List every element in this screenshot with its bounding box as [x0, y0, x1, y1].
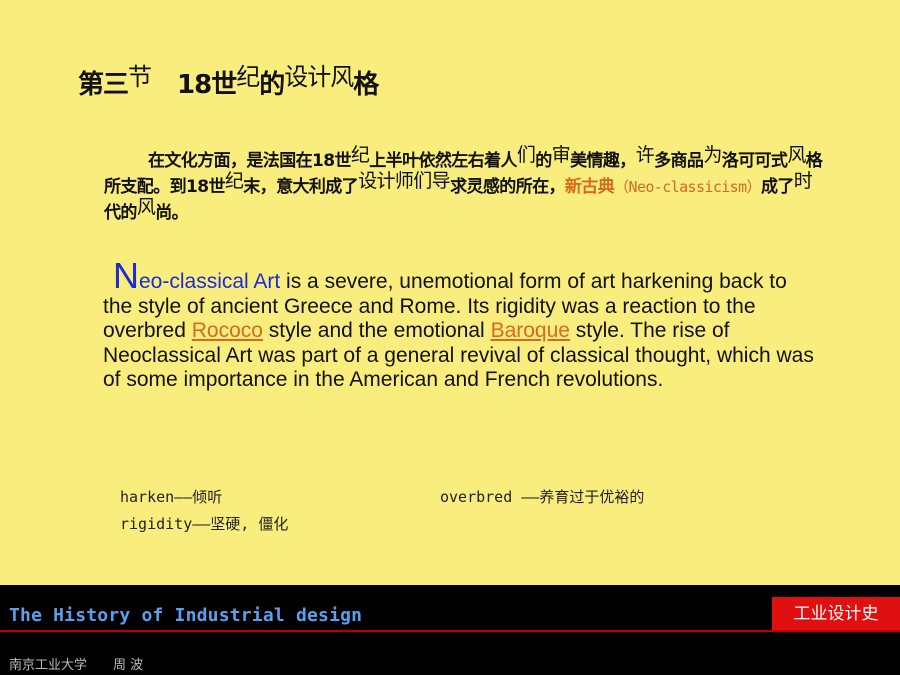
english-paragraph: Neo-classical Art is a severe, unemotion…	[103, 258, 815, 393]
gloss-rigidity: rigidity——坚硬, 僵化	[120, 515, 289, 533]
course-title: The History of Industrial design	[9, 605, 363, 626]
cn-text: 美情趣，	[570, 151, 636, 171]
title-part: 节	[128, 63, 152, 91]
cn-text: 许	[635, 144, 655, 166]
course-badge: 工业设计史	[772, 597, 900, 631]
title-part: 18世	[177, 70, 237, 100]
title-part: 纪	[236, 63, 260, 91]
cn-text: 末，意大利成了	[243, 177, 359, 197]
footer: The History of Industrial design 工业设计史 南…	[0, 585, 900, 675]
neoclassicism-term-en: （Neo-classicism）	[614, 178, 761, 196]
title-part: 第三	[78, 70, 129, 100]
rococo-link[interactable]: Rococo	[192, 319, 263, 342]
cn-text: 纪	[224, 170, 244, 192]
title-part: 设计风	[284, 63, 354, 91]
drop-initial: N	[113, 255, 139, 296]
cn-text: 风	[787, 144, 806, 166]
cn-text: 为	[703, 144, 722, 166]
en-text: style and the emotional	[262, 319, 491, 342]
cn-text: 成了	[760, 177, 794, 197]
gloss-overbred: overbred ——养育过于优裕的	[440, 488, 645, 506]
cn-text: 的	[535, 151, 552, 171]
cn-text: 风	[136, 196, 156, 218]
cn-text: 审	[551, 144, 571, 166]
cn-text: 上半叶依然左右着人	[369, 151, 517, 171]
chinese-paragraph: 在文化方面，是法国在18世纪上半叶依然左右着人们的审美情趣，许多商品为洛可可式风…	[104, 144, 824, 226]
cn-text: 代的	[104, 203, 137, 223]
cn-text: 在文化方面，是法国在18世	[148, 151, 351, 171]
neoclassical-art-term: eo-classical Art	[139, 270, 281, 293]
neoclassicism-term: 新古典	[564, 177, 615, 197]
slide: 第三节 18世纪的设计风格 在文化方面，是法国在18世纪上半叶依然左右着人们的审美…	[0, 0, 900, 675]
cn-text: 时	[793, 170, 813, 192]
gloss-harken: harken——倾听	[120, 488, 223, 506]
title-part: 的	[259, 70, 285, 100]
author-credit: 南京工业大学 周 波	[9, 658, 144, 673]
cn-text: 们	[516, 144, 536, 166]
cn-text: 洛可可式	[721, 151, 788, 171]
title-part: 格	[353, 70, 379, 100]
cn-text: 尚。	[155, 203, 189, 223]
cn-text: 多商品	[654, 151, 704, 171]
cn-text: 设计师们导	[358, 170, 451, 192]
cn-text: 求灵感的所在，	[450, 177, 565, 197]
baroque-link[interactable]: Baroque	[491, 319, 570, 342]
cn-text: 纪	[350, 144, 370, 166]
slide-title: 第三节 18世纪的设计风格	[78, 63, 379, 101]
footer-divider	[0, 630, 900, 632]
